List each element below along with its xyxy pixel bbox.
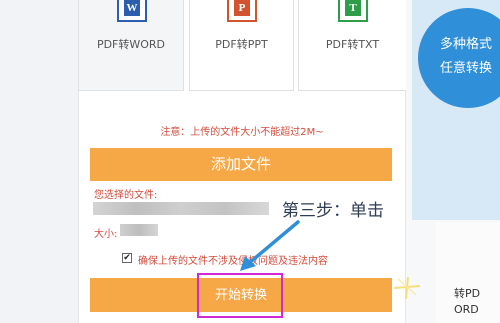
card-pdf-to-word[interactable]: W PDF转WORD (78, 0, 184, 91)
file-size-label: 大小: (94, 229, 118, 240)
word-icon-letter: W (124, 0, 140, 16)
add-file-button[interactable]: 添加文件 (90, 148, 392, 181)
upload-size-notice: 注意：上传的文件大小不能超过2M~ (160, 127, 324, 138)
card-label-txt: PDF转TXT (325, 38, 380, 51)
screenshot: 多种格式 任意转换 转PD ORD W PDF转WORD P PDF转PPT T… (0, 0, 500, 323)
card-label-word: PDF转WORD (96, 38, 166, 51)
txt-file-icon: T (338, 0, 368, 22)
ppt-file-icon: P (227, 0, 257, 22)
file-name-redacted (93, 202, 269, 215)
card-pdf-to-txt[interactable]: T PDF转TXT (298, 0, 406, 91)
highlight-box (197, 273, 283, 318)
right-partial-text: 转PD ORD (454, 286, 480, 318)
card-pdf-to-ppt[interactable]: P PDF转PPT (189, 0, 294, 91)
txt-icon-letter: T (345, 0, 361, 16)
chosen-file-label: 您选择的文件: (94, 190, 158, 201)
right-partial-line-2: ORD (454, 303, 479, 316)
sparkle-icon (393, 276, 421, 300)
right-partial-line-1: 转PD (454, 287, 481, 300)
left-background (0, 0, 78, 323)
ppt-icon-letter: P (234, 0, 250, 16)
promo-line-1: 多种格式 (440, 37, 493, 52)
file-size-redacted (120, 224, 158, 236)
step-annotation: 第三步：单击 (282, 201, 384, 221)
agree-checkbox[interactable]: ✔ (122, 253, 132, 263)
word-file-icon: W (117, 0, 147, 22)
promo-line-2: 任意转换 (440, 61, 493, 76)
card-label-ppt: PDF转PPT (215, 38, 268, 51)
agree-label: 确保上传的文件不涉及侵权问题及违法内容 (138, 256, 328, 267)
